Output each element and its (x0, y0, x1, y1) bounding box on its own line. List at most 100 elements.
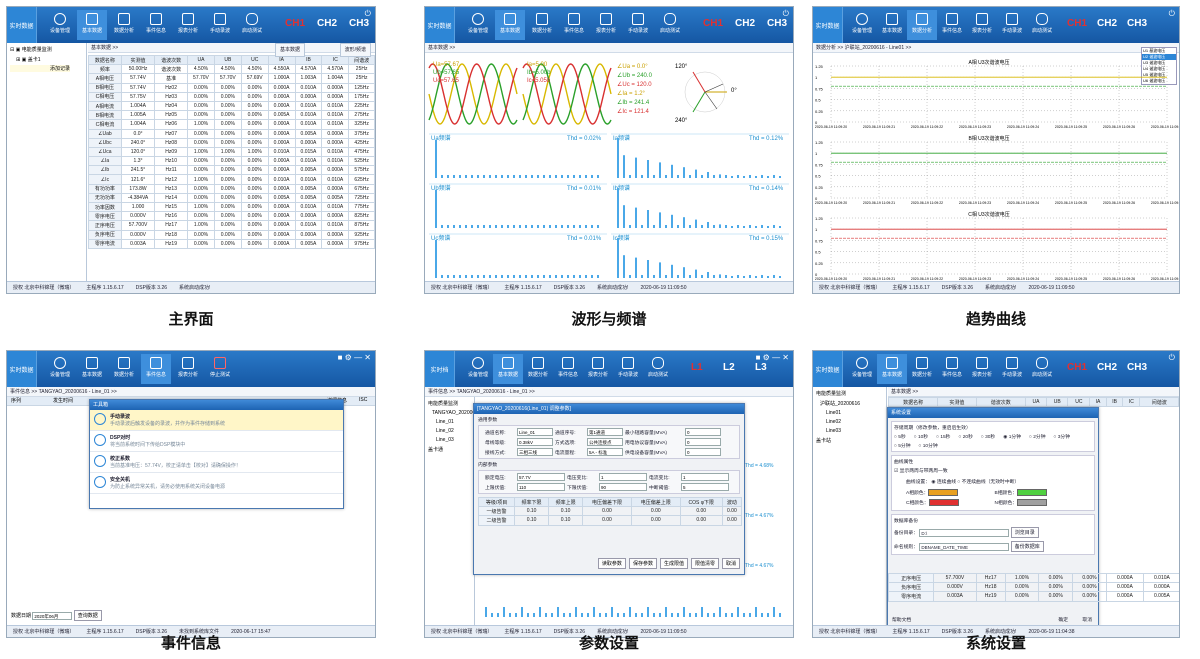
field-input[interactable]: 0.38kV (517, 438, 553, 446)
tab-basic[interactable]: 基本数据 (274, 43, 305, 57)
color-picker[interactable] (928, 499, 959, 507)
start-test-button[interactable]: 启动测试 (1027, 354, 1057, 384)
table-cell[interactable]: 0.10 (548, 506, 584, 517)
basic-data-button[interactable]: 基本数据 (877, 10, 907, 40)
dialog-button[interactable]: 取消 (721, 558, 740, 569)
period-radio[interactable]: ○ 20秒 (958, 433, 972, 440)
report-button[interactable]: 报表分析 (173, 354, 203, 384)
table-cell[interactable]: 0.10 (548, 515, 584, 526)
start-test-button[interactable]: 启动测试 (655, 10, 685, 40)
field-input[interactable]: 0 (685, 448, 721, 456)
tree-node[interactable]: Line_02 (428, 428, 471, 434)
query-button[interactable]: 查询数据 (73, 610, 102, 621)
period-radio[interactable]: ◉ 1分钟 (1003, 433, 1021, 440)
window-controls[interactable]: ■ ⚙ — ✕ (338, 353, 371, 362)
manual-record-button[interactable]: 手动录波 (613, 354, 643, 384)
period-radio[interactable]: ○ 3分钟 (1054, 433, 1071, 440)
cancel-button[interactable]: 取消 (1082, 616, 1092, 623)
backup-dir-field[interactable]: D:\ (919, 529, 1010, 538)
backup-db-button[interactable]: 备份数据库 (1010, 541, 1044, 553)
field-input[interactable]: 1 (599, 473, 647, 481)
date-select[interactable]: 2020年06月 (32, 611, 73, 620)
field-input[interactable]: 1 (681, 473, 729, 481)
power-icon[interactable]: ⏻ (1169, 353, 1175, 363)
period-radio[interactable]: ○ 2分钟 (1029, 433, 1046, 440)
tree-node[interactable]: 沪联站_20200616 (816, 400, 883, 407)
event-info-button[interactable]: 事件信息 (937, 10, 967, 40)
table-cell[interactable]: 0.10 (514, 506, 550, 517)
color-picker[interactable] (1017, 499, 1048, 507)
tree-node[interactable]: 盖卡站 (816, 437, 883, 444)
tree-node[interactable]: Line02 (816, 419, 883, 425)
tree-node[interactable]: 电能质量监测 (816, 390, 883, 397)
field-input[interactable]: 0 (685, 428, 721, 436)
manual-record-button[interactable]: 手动录波 (205, 10, 235, 40)
power-icon[interactable]: ⏻ (365, 9, 371, 19)
tree-node[interactable]: 盖卡通 (428, 446, 471, 453)
tree-node[interactable]: Line_01 (428, 419, 471, 425)
toolbox-item[interactable]: DSP对时 将当前系统时间下传给DSP模块中 (90, 431, 343, 452)
table-cell[interactable]: 0.00 (630, 506, 681, 517)
field-input[interactable]: 57.7V (517, 473, 565, 481)
field-input[interactable]: 三相三线 (517, 448, 553, 456)
period-radio[interactable]: ○ 5分钟 (894, 442, 911, 449)
data-analysis-button[interactable]: 数据分析 (907, 354, 937, 384)
event-info-button[interactable]: 事件信息 (141, 354, 171, 384)
event-info-button[interactable]: 事件信息 (141, 10, 171, 40)
event-info-button[interactable]: 事件信息 (559, 10, 589, 40)
tree-node[interactable]: ⊞ ▣ 盖卡1 (10, 56, 83, 63)
start-test-button[interactable]: 启动测试 (643, 354, 673, 384)
device-manage-button[interactable]: 设备管理 (463, 10, 493, 40)
report-button[interactable]: 报表分析 (967, 354, 997, 384)
data-analysis-button[interactable]: 数据分析 (523, 354, 553, 384)
stop-test-button[interactable]: 停止测试 (205, 354, 235, 384)
device-manage-button[interactable]: 设备管理 (45, 10, 75, 40)
naming-rule-field[interactable]: DBNAME_DATE_TIME (919, 543, 1010, 552)
realtime-button[interactable]: 实时数据 (813, 351, 843, 387)
dialog-button[interactable]: 限值清零 (690, 558, 719, 569)
data-analysis-button[interactable]: 数据分析 (907, 10, 937, 40)
data-analysis-button[interactable]: 数据分析 (109, 354, 139, 384)
basic-data-button[interactable]: 基本数据 (77, 354, 107, 384)
dialog-button[interactable]: 生成限值 (659, 558, 688, 569)
toolbox-item[interactable]: 手动录波 手动录波后触发设备的录波，并作为事件存储到系统 (90, 410, 343, 431)
manual-record-button[interactable]: 手动录波 (997, 10, 1027, 40)
help-doc-link[interactable]: 帮助文档 (892, 618, 911, 623)
report-button[interactable]: 报表分析 (591, 10, 621, 40)
table-cell[interactable]: 0.00 (630, 515, 681, 526)
tree-root[interactable]: ⊟ ▣ 电能质量监测 (10, 46, 83, 53)
power-icon[interactable]: ⏻ (1169, 9, 1175, 19)
realtime-button[interactable]: 实时数据 (813, 7, 843, 43)
tree-node[interactable]: Line_03 (428, 437, 471, 443)
start-test-button[interactable]: 启动测试 (1027, 10, 1057, 40)
field-input[interactable]: 0 (685, 438, 721, 446)
table-cell[interactable]: 0.00 (679, 515, 723, 526)
tree-node[interactable]: Line01 (816, 410, 883, 416)
device-manage-button[interactable]: 设备管理 (463, 354, 493, 384)
table-cell[interactable]: 0.00 (582, 506, 632, 517)
basic-data-button[interactable]: 基本数据 (493, 354, 523, 384)
report-button[interactable]: 报表分析 (967, 10, 997, 40)
field-input[interactable]: Line_01 (517, 428, 553, 436)
device-manage-button[interactable]: 设备管理 (847, 354, 877, 384)
realtime-button[interactable]: 实时数据 (425, 7, 455, 43)
table-cell[interactable]: 0.00 (721, 506, 743, 517)
tree-node[interactable]: 电能质量监测 (428, 400, 471, 407)
period-radio[interactable]: ○ 30秒 (981, 433, 995, 440)
data-analysis-button[interactable]: 数据分析 (109, 10, 139, 40)
toolbox-item[interactable]: 安全关机 为防止系统异常关机，请务必使用系统关闭设备电源 (90, 473, 343, 494)
ok-button[interactable]: 确定 (1058, 616, 1068, 623)
start-test-button[interactable]: 启动测试 (237, 10, 267, 40)
toolbox-item[interactable]: 校正系数 当前基准电压：57.74V，校正请单击【校对】请确保操作！ (90, 452, 343, 473)
period-radio[interactable]: ○ 5秒 (894, 433, 906, 440)
basic-data-button[interactable]: 基本数据 (77, 10, 107, 40)
field-input[interactable]: 5A - 标准 (587, 448, 623, 456)
color-picker[interactable] (928, 489, 959, 497)
event-info-button[interactable]: 事件信息 (553, 354, 583, 384)
color-picker[interactable] (1016, 489, 1047, 497)
report-button[interactable]: 报表分析 (583, 354, 613, 384)
tree-node[interactable]: Line03 (816, 428, 883, 434)
browse-dir-button[interactable]: 浏览目录 (1010, 527, 1039, 539)
tab-wave[interactable]: 波形/频谱 (339, 43, 371, 57)
field-input[interactable]: 5 (681, 483, 729, 491)
